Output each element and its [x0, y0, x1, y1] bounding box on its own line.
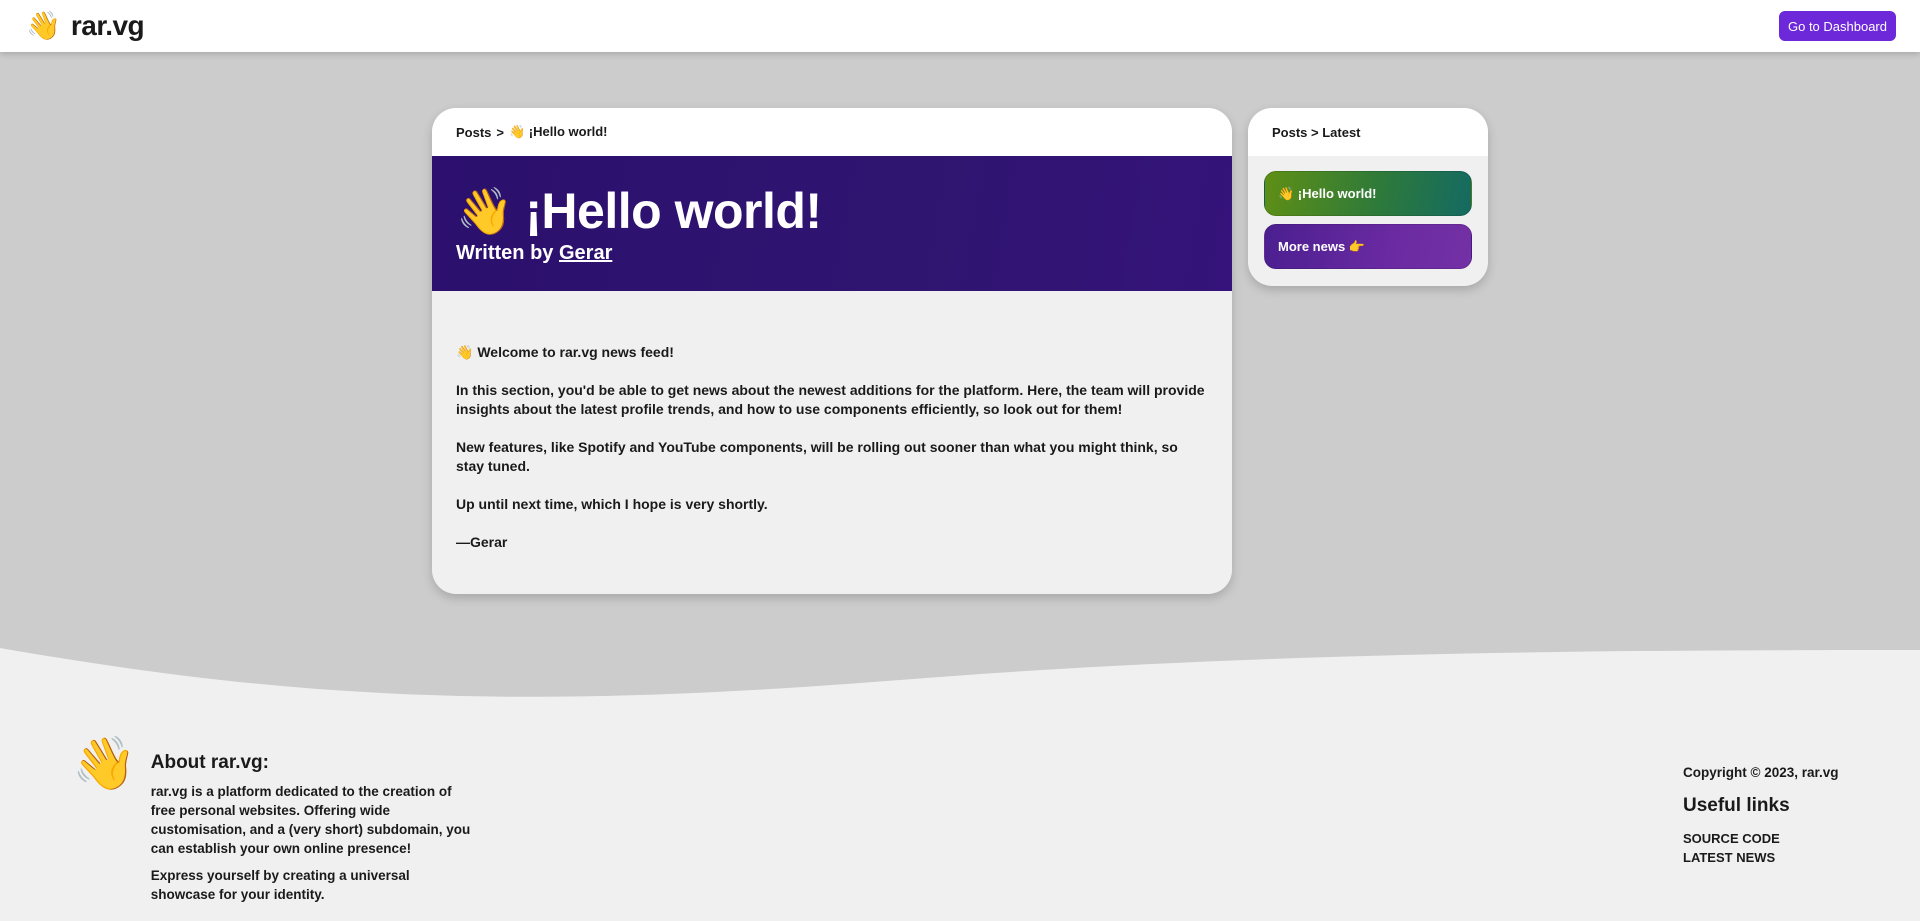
latest-posts-card: Posts > Latest 👋 ¡Hello world! More news… — [1248, 108, 1488, 286]
post-paragraph: New features, like Spotify and YouTube c… — [456, 439, 1178, 474]
waving-hand-icon: 👋 — [72, 735, 137, 793]
about-paragraph: rar.vg is a platform dedicated to the cr… — [150, 784, 471, 856]
breadcrumb: Posts > 👋 ¡Hello world! — [432, 108, 1232, 156]
post-title: ¡Hello world! — [525, 183, 822, 239]
waving-hand-icon: 👋 — [26, 10, 61, 41]
author-prefix: Written by — [456, 242, 554, 264]
brand[interactable]: 👋 rar.vg — [26, 10, 145, 42]
brand-name: rar.vg — [70, 10, 145, 41]
top-navbar: 👋 rar.vg Go to Dashboard — [0, 0, 1920, 52]
author-link[interactable]: Gerar — [559, 242, 612, 264]
breadcrumb-posts-link[interactable]: Posts — [456, 125, 491, 140]
post-body: 👋 Welcome to rar.vg news feed! In this s… — [432, 291, 1232, 552]
go-to-dashboard-button[interactable]: Go to Dashboard — [1778, 11, 1896, 41]
footer-links-section: Copyright © 2023, rar.vg Useful links SO… — [1683, 765, 1839, 867]
post-signature: —Gerar — [456, 534, 508, 550]
breadcrumb-current: 👋 ¡Hello world! — [509, 124, 608, 139]
latest-post-hello-world[interactable]: 👋 ¡Hello world! — [1264, 171, 1472, 216]
latest-news-link[interactable]: LATEST NEWS — [1683, 848, 1839, 867]
more-news-button[interactable]: More news 👉 — [1264, 224, 1472, 269]
about-paragraph: Express yourself by creating a universal… — [150, 868, 410, 902]
post-author: Written by Gerar — [456, 242, 1208, 265]
footer-about: 👋 About rar.vg: rar.vg is a platform ded… — [72, 735, 471, 912]
sidebar-breadcrumb: Posts > Latest — [1248, 108, 1488, 156]
post-title-row: 👋 ¡Hello world! — [456, 186, 1208, 236]
latest-posts-list: 👋 ¡Hello world! More news 👉 — [1248, 156, 1488, 269]
waving-hand-icon: 👋 — [456, 185, 514, 237]
post-paragraph: 👋 Welcome to rar.vg news feed! — [456, 344, 674, 360]
copyright: Copyright © 2023, rar.vg — [1683, 765, 1839, 780]
post-card: Posts > 👋 ¡Hello world! 👋 ¡Hello world! … — [432, 108, 1232, 594]
useful-links-title: Useful links — [1683, 795, 1790, 816]
post-paragraph: In this section, you'd be able to get ne… — [456, 382, 1205, 417]
about-text: About rar.vg: rar.vg is a platform dedic… — [151, 740, 471, 912]
source-code-link[interactable]: SOURCE CODE — [1683, 829, 1839, 848]
about-title: About rar.vg: — [150, 752, 269, 773]
post-hero: 👋 ¡Hello world! Written by Gerar — [432, 156, 1232, 291]
post-paragraph: Up until next time, which I hope is very… — [456, 496, 768, 512]
breadcrumb-separator: > — [496, 124, 504, 140]
